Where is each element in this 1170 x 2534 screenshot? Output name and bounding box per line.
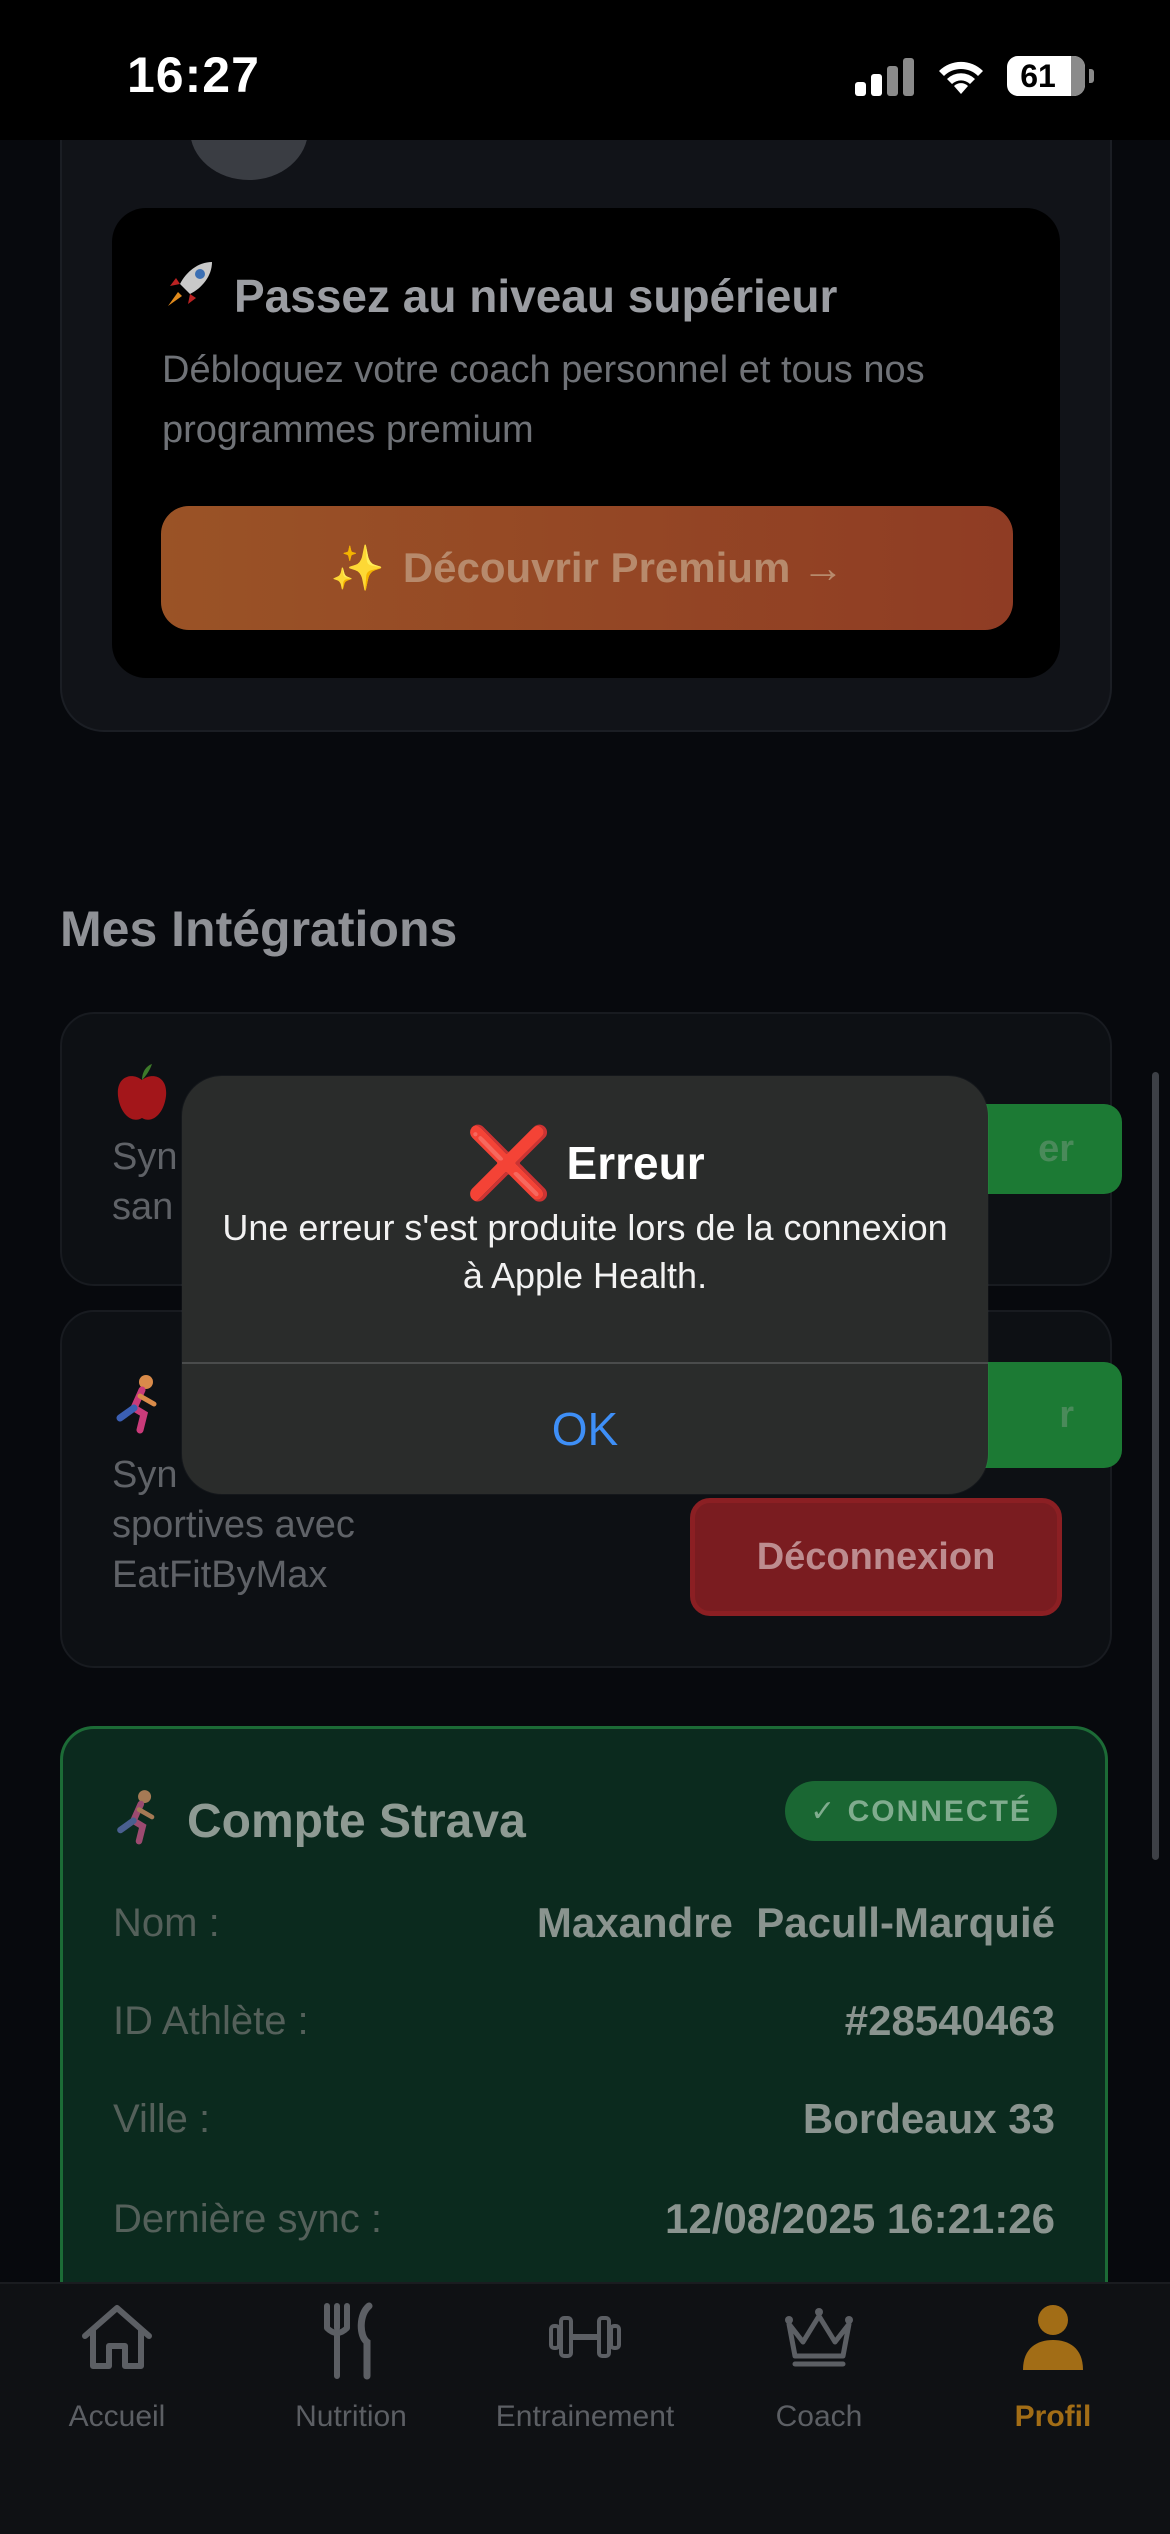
battery-level: 61: [1020, 58, 1056, 94]
error-x-icon: ❌: [465, 1124, 553, 1202]
apple-icon: [114, 1064, 170, 1138]
strava-desc-line1: Syn: [112, 1454, 178, 1496]
tab-accueil[interactable]: Accueil: [0, 2302, 234, 2452]
connected-badge: ✓ CONNECTÉ: [785, 1781, 1057, 1841]
disconnect-button[interactable]: Déconnexion: [690, 1498, 1062, 1616]
city-label: Ville :: [113, 2097, 211, 2141]
error-alert-dialog: ❌ Erreur Une erreur s'est produite lors d…: [182, 1076, 988, 1494]
name-label: Nom :: [113, 1901, 220, 1945]
strava-account-card: Compte Strava ✓ CONNECTÉ Nom : Maxandre …: [60, 1726, 1108, 2366]
integrations-title: Mes Intégrations: [60, 901, 458, 957]
apple-health-desc-line2: san: [112, 1186, 174, 1228]
runner-icon: [113, 1789, 165, 1857]
status-time: 16:27: [127, 47, 260, 103]
alert-title: ❌ Erreur: [465, 1124, 705, 1202]
premium-description: Débloquez votre coach personnel et tous …: [162, 349, 925, 451]
athlete-id-label: ID Athlète :: [113, 1999, 309, 2043]
tab-label: Entrainement: [495, 2400, 675, 2433]
dumbbell-icon: [549, 2316, 621, 2358]
alert-message: Une erreur s'est produite lors de la con…: [222, 1207, 948, 1296]
athlete-id-value: #28540463: [844, 1997, 1055, 2044]
ok-button[interactable]: OK: [182, 1364, 988, 1494]
sparkles-icon: ✨: [330, 544, 385, 593]
wifi-icon: [939, 61, 983, 94]
last-sync-label: Dernière sync :: [113, 2197, 382, 2241]
apple-health-desc-line1: Syn: [112, 1136, 178, 1178]
city-value: Bordeaux 33: [802, 2095, 1055, 2142]
cellular-signal-icon: [855, 58, 915, 96]
strava-desc-line2: sportives avec: [112, 1504, 355, 1546]
fork-knife-icon: [324, 2302, 373, 2380]
strava-account-title: Compte Strava: [113, 1789, 526, 1857]
tab-profil[interactable]: Profil: [936, 2302, 1170, 2452]
battery-icon: 61: [1007, 56, 1085, 96]
runner-icon: [112, 1374, 168, 1447]
tab-label: Accueil: [68, 2400, 166, 2433]
premium-promo: Passez au niveau supérieur Débloquez vot…: [112, 208, 1060, 678]
profile-screen: 16:27 61 Passez au niveau supérieur Débl…: [0, 0, 1170, 2534]
strava-desc-line3: EatFitByMax: [112, 1554, 328, 1596]
tab-entrainement[interactable]: Entrainement: [468, 2302, 702, 2452]
tab-coach[interactable]: Coach: [702, 2302, 936, 2452]
person-icon: [1023, 2305, 1083, 2370]
tab-bar: Accueil Nutrition Entrainement Coach Pro…: [0, 2282, 1170, 2534]
rocket-icon: [162, 258, 220, 323]
tab-nutrition[interactable]: Nutrition: [234, 2302, 468, 2452]
home-icon: [82, 2305, 152, 2369]
profile-card: Passez au niveau supérieur Débloquez vot…: [60, 80, 1112, 732]
premium-title: Passez au niveau supérieur: [162, 258, 837, 323]
discover-premium-button[interactable]: ✨ Découvrir Premium →: [161, 506, 1013, 630]
status-bar: 16:27 61: [0, 0, 1170, 140]
tab-label: Coach: [775, 2400, 863, 2433]
discover-premium-label: Découvrir Premium →: [402, 544, 844, 591]
tab-label: Profil: [1014, 2400, 1092, 2433]
last-sync-value: 12/08/2025 16:21:26: [665, 2195, 1055, 2242]
crown-icon: [785, 2308, 853, 2367]
name-value: Maxandre Pacull-Marquié: [536, 1899, 1055, 1946]
scrollbar[interactable]: [1152, 1072, 1159, 1860]
tab-label: Nutrition: [295, 2400, 407, 2433]
